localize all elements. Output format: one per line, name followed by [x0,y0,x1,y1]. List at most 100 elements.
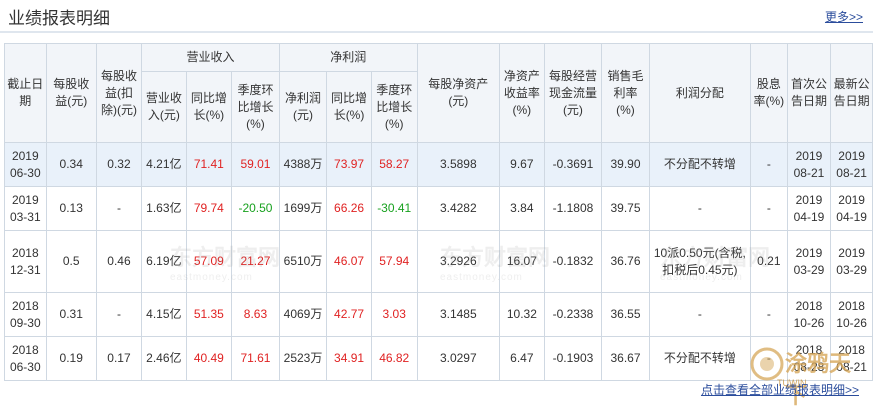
header-first-announce: 首次公告日期 [786,43,832,143]
cell-revenue-qoq: 8.63 [231,292,280,337]
cell-net-profit: 2523万 [278,336,328,381]
cell-revenue: 1.63亿 [141,186,187,231]
cell-dividend-yield: 0.21 [750,230,788,293]
header-revenue-group: 营业收入 [141,43,280,72]
cell-first-announce: 2018 08-28 [786,336,832,381]
cell-net-profit-yoy: 46.07 [326,230,372,293]
cell-bvps: 3.4282 [416,186,501,231]
cell-eps-diluted: 0.32 [95,142,143,187]
cell-eps: 0.31 [45,292,97,337]
table-row: 2018 09-30 0.31 - 4.15亿 51.35 8.63 4069万… [4,292,873,337]
cell-revenue-yoy: 71.41 [185,142,233,187]
cell-eps: 0.34 [45,142,97,187]
table-row: 2018 06-30 0.19 0.17 2.46亿 40.49 71.61 2… [4,336,873,381]
cell-bvps: 3.2926 [416,230,501,293]
table-row: 2019 03-31 0.13 - 1.63亿 79.74 -20.50 169… [4,186,873,231]
cell-distribution: 10派0.50元(含税,扣税后0.45元) [648,230,752,293]
cell-first-announce: 2019 03-29 [786,230,832,293]
section-header: 业绩报表明细 更多>> [0,0,873,33]
cell-first-announce: 2019 04-19 [786,186,832,231]
view-all-link[interactable]: 点击查看全部业绩报表明细>> [701,381,859,398]
cell-eps-diluted: 0.17 [95,336,143,381]
header-ocfps: 每股经营现金流量(元) [543,43,603,143]
cell-bvps: 3.1485 [416,292,501,337]
header-net-profit-yoy: 同比增长(%) [326,71,372,143]
cell-first-announce: 2018 10-26 [786,292,832,337]
header-net-profit-group: 净利润 [278,43,418,72]
cell-date: 2019 06-30 [4,142,47,187]
cell-dividend-yield: - [750,292,788,337]
cell-date: 2019 03-31 [4,186,47,231]
cell-eps: 0.5 [45,230,97,293]
cell-net-profit-yoy: 66.26 [326,186,372,231]
cell-distribution: - [648,292,752,337]
section-title: 业绩报表明细 [8,9,110,28]
header-revenue-yoy: 同比增长(%) [185,71,233,143]
cell-net-profit-qoq: 58.27 [370,142,418,187]
table-row: 2019 06-30 0.34 0.32 4.21亿 71.41 59.01 4… [4,142,873,187]
cell-dividend-yield: - [750,142,788,187]
table-row: 2018 12-31 0.5 0.46 6.19亿 57.09 21.27 65… [4,230,873,293]
cell-latest-announce: 2019 03-29 [830,230,873,293]
cell-revenue-qoq: -20.50 [231,186,280,231]
cell-revenue-yoy: 40.49 [185,336,233,381]
cell-eps-diluted: 0.46 [95,230,143,293]
cell-eps-diluted: - [95,186,143,231]
cell-eps-diluted: - [95,292,143,337]
cell-roe: 10.32 [499,292,545,337]
header-dividend-yield: 股息率(%) [750,43,788,143]
cell-ocfps: -0.2338 [543,292,603,337]
cell-revenue-qoq: 21.27 [231,230,280,293]
cell-latest-announce: 2019 04-19 [830,186,873,231]
header-row: 截止日期 每股收益(元) 每股收益(扣除)(元) 营业收入 净利润 每股净资产(… [4,43,873,143]
cell-roe: 9.67 [499,142,545,187]
cell-latest-announce: 2018 08-21 [830,336,873,381]
cell-revenue-yoy: 51.35 [185,292,233,337]
cell-distribution: 不分配不转增 [648,142,752,187]
cell-net-profit-yoy: 42.77 [326,292,372,337]
cell-ocfps: -0.1832 [543,230,603,293]
cell-net-profit-qoq: 3.03 [370,292,418,337]
cell-revenue-yoy: 57.09 [185,230,233,293]
cell-ocfps: -0.1903 [543,336,603,381]
cell-gross-margin: 36.76 [601,230,650,293]
cell-revenue-qoq: 59.01 [231,142,280,187]
cell-eps: 0.13 [45,186,97,231]
header-eps-diluted: 每股收益(扣除)(元) [95,43,143,143]
cell-net-profit-qoq: 46.82 [370,336,418,381]
cell-gross-margin: 36.55 [601,292,650,337]
cell-ocfps: -0.3691 [543,142,603,187]
cell-dividend-yield: - [750,186,788,231]
cell-net-profit-qoq: 57.94 [370,230,418,293]
cell-gross-margin: 39.75 [601,186,650,231]
cell-date: 2018 06-30 [4,336,47,381]
cell-roe: 16.07 [499,230,545,293]
cell-revenue: 4.21亿 [141,142,187,187]
header-latest-announce: 最新公告日期 [830,43,873,143]
cell-bvps: 3.0297 [416,336,501,381]
cell-revenue-qoq: 71.61 [231,336,280,381]
cell-gross-margin: 36.67 [601,336,650,381]
cell-bvps: 3.5898 [416,142,501,187]
more-link[interactable]: 更多>> [825,8,863,25]
header-revenue: 营业收入(元) [141,71,187,143]
cell-gross-margin: 39.90 [601,142,650,187]
cell-revenue: 4.15亿 [141,292,187,337]
header-revenue-qoq: 季度环比增长(%) [231,71,280,143]
cell-latest-announce: 2019 08-21 [830,142,873,187]
cell-roe: 3.84 [499,186,545,231]
cell-dividend-yield: - [750,336,788,381]
cell-date: 2018 09-30 [4,292,47,337]
cell-net-profit-yoy: 73.97 [326,142,372,187]
cell-net-profit: 4388万 [278,142,328,187]
cell-date: 2018 12-31 [4,230,47,293]
header-roe: 净资产收益率(%) [499,43,545,143]
cell-roe: 6.47 [499,336,545,381]
header-eps: 每股收益(元) [45,43,97,143]
cell-distribution: 不分配不转增 [648,336,752,381]
header-divider [0,31,873,33]
cell-net-profit-yoy: 34.91 [326,336,372,381]
header-net-profit-qoq: 季度环比增长(%) [370,71,418,143]
cell-revenue-yoy: 79.74 [185,186,233,231]
header-distribution: 利润分配 [648,43,752,143]
